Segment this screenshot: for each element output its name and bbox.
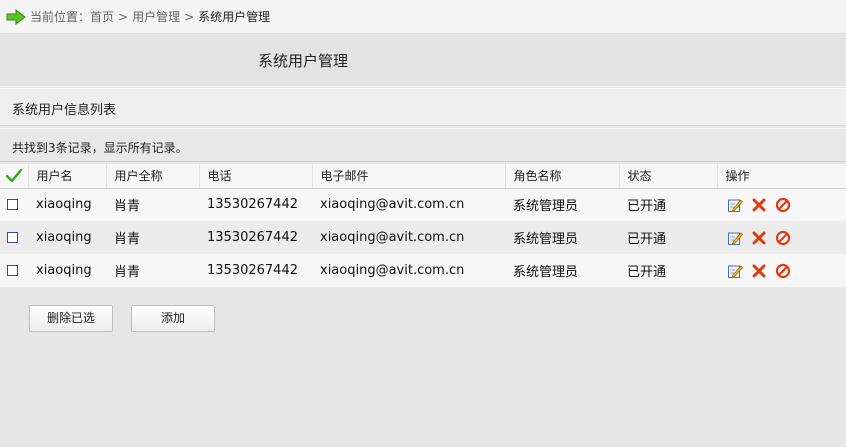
column-header-status: 状态 <box>619 164 718 189</box>
row-checkbox[interactable] <box>7 232 18 243</box>
table-row: xiaoqing 肖青 13530267442 xiaoqing@avit.co… <box>0 254 846 287</box>
cell-status: 已开通 <box>619 221 717 254</box>
delete-x-icon[interactable] <box>751 263 767 279</box>
row-select-cell <box>0 188 28 221</box>
breadcrumb: 当前位置：首页 > 用户管理 > 系统用户管理 <box>0 0 846 34</box>
edit-icon[interactable] <box>727 263 743 279</box>
edit-icon[interactable] <box>727 197 743 213</box>
column-header-phone: 电话 <box>199 164 313 189</box>
cell-phone: 13530267442 <box>199 188 312 221</box>
disable-icon[interactable] <box>775 230 791 246</box>
cell-username: xiaoqing <box>28 221 106 254</box>
column-header-actions: 操作 <box>717 164 846 189</box>
cell-status: 已开通 <box>619 188 717 221</box>
row-checkbox[interactable] <box>7 265 18 276</box>
checkmark-icon[interactable] <box>6 169 22 183</box>
cell-actions <box>717 188 846 221</box>
page-title: 系统用户管理 <box>258 52 349 70</box>
edit-icon[interactable] <box>727 230 743 246</box>
user-table: 用户名 用户全称 电话 电子邮件 角色名称 状态 操作 xiaoqing 肖青 … <box>0 164 846 287</box>
cell-phone: 13530267442 <box>199 221 312 254</box>
table-row: xiaoqing 肖青 13530267442 xiaoqing@avit.co… <box>0 221 846 254</box>
column-header-role: 角色名称 <box>505 164 620 189</box>
cell-status: 已开通 <box>619 254 717 287</box>
cell-email: xiaoqing@avit.com.cn <box>312 254 505 287</box>
cell-username: xiaoqing <box>28 254 106 287</box>
column-header-email: 电子邮件 <box>312 164 506 189</box>
column-header-fullname: 用户全称 <box>106 164 200 189</box>
cell-fullname: 肖青 <box>106 254 199 287</box>
disable-icon[interactable] <box>775 197 791 213</box>
section-title: 系统用户信息列表 <box>12 103 117 118</box>
row-select-cell <box>0 254 28 287</box>
row-select-cell <box>0 221 28 254</box>
result-summary: 共找到3条记录，显示所有记录。 <box>12 141 188 155</box>
breadcrumb-current: 系统用户管理 <box>198 10 271 24</box>
cell-actions <box>717 221 846 254</box>
breadcrumb-user-management[interactable]: 用户管理 <box>132 8 180 25</box>
breadcrumb-separator: > <box>118 9 129 24</box>
cell-role: 系统管理员 <box>505 254 619 287</box>
breadcrumb-home[interactable]: 当前位置：首页 <box>30 8 114 25</box>
row-checkbox[interactable] <box>7 199 18 211</box>
select-all-header[interactable] <box>0 164 29 189</box>
table-header-row: 用户名 用户全称 电话 电子邮件 角色名称 状态 操作 <box>0 164 846 189</box>
delete-selected-button[interactable]: 删除已选 <box>29 305 113 332</box>
cell-fullname: 肖青 <box>106 188 199 221</box>
disable-icon[interactable] <box>775 263 791 279</box>
breadcrumb-separator: > <box>184 9 195 24</box>
cell-actions <box>717 254 846 287</box>
table-row: xiaoqing 肖青 13530267442 xiaoqing@avit.co… <box>0 188 846 221</box>
cell-role: 系统管理员 <box>505 221 619 254</box>
arrow-right-icon <box>6 8 26 25</box>
delete-x-icon[interactable] <box>751 230 767 246</box>
add-button[interactable]: 添加 <box>131 305 215 332</box>
cell-phone: 13530267442 <box>199 254 312 287</box>
cell-fullname: 肖青 <box>106 221 199 254</box>
cell-email: xiaoqing@avit.com.cn <box>312 221 505 254</box>
cell-role: 系统管理员 <box>505 188 619 221</box>
result-summary-bar: 共找到3条记录，显示所有记录。 <box>0 128 846 162</box>
cell-username: xiaoqing <box>28 188 106 221</box>
page-header: 系统用户管理 <box>0 35 846 87</box>
column-header-username: 用户名 <box>28 164 107 189</box>
cell-email: xiaoqing@avit.com.cn <box>312 188 505 221</box>
section-header: 系统用户信息列表 <box>0 88 846 126</box>
delete-x-icon[interactable] <box>751 197 767 213</box>
